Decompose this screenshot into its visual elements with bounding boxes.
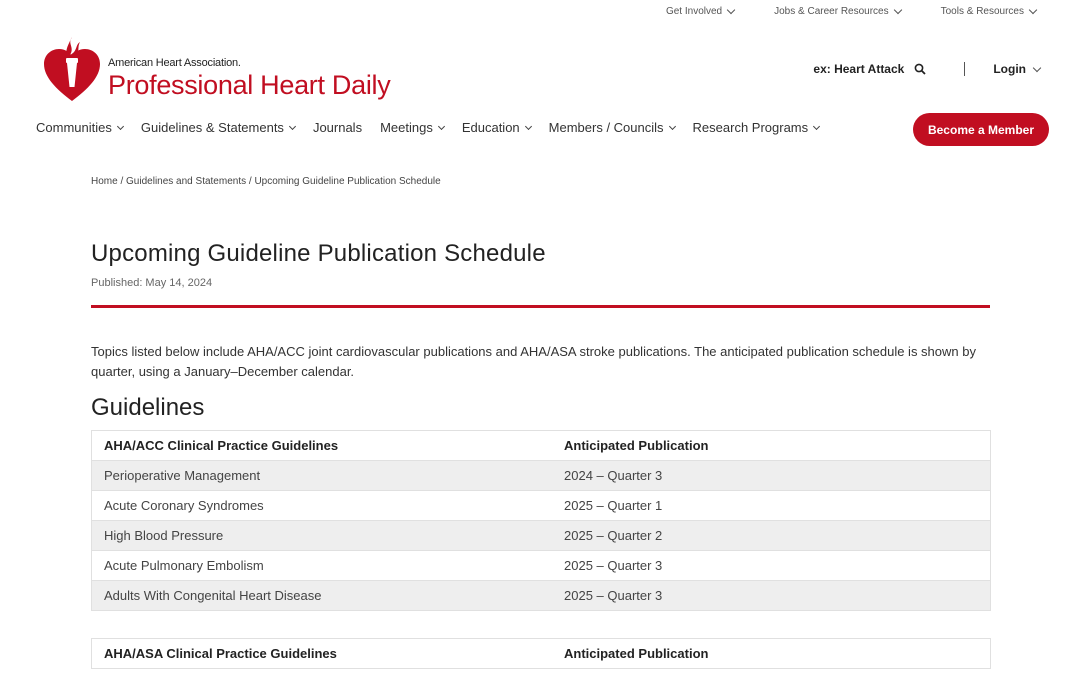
nav-item-journals[interactable]: Journals bbox=[313, 120, 362, 135]
nav-item-meetings[interactable]: Meetings bbox=[380, 120, 445, 135]
table-row: Adults With Congenital Heart Disease 202… bbox=[91, 580, 991, 611]
table-row: Acute Pulmonary Embolism 2025 – Quarter … bbox=[91, 550, 991, 581]
table-cell-topic: High Blood Pressure bbox=[91, 520, 552, 551]
nav-item-communities[interactable]: Communities bbox=[36, 120, 124, 135]
table-cell-topic: Adults With Congenital Heart Disease bbox=[91, 580, 552, 611]
chevron-down-icon bbox=[1032, 63, 1042, 72]
search-trigger[interactable]: ex: Heart Attack bbox=[813, 62, 926, 76]
nav-item-label: Guidelines & Statements bbox=[140, 120, 284, 135]
intro-paragraph: Topics listed below include AHA/ACC join… bbox=[91, 344, 976, 379]
header-actions: ex: Heart Attack Login bbox=[813, 62, 1042, 76]
chevron-down-icon bbox=[893, 5, 902, 15]
table-header-topic: AHA/ACC Clinical Practice Guidelines bbox=[91, 430, 552, 461]
nav-item-label: Meetings bbox=[380, 120, 433, 135]
login-label: Login bbox=[993, 62, 1026, 76]
aha-acc-guidelines-table: AHA/ACC Clinical Practice Guidelines Ant… bbox=[91, 430, 991, 611]
utility-nav-label: Get Involved bbox=[665, 6, 723, 17]
nav-item-research-programs[interactable]: Research Programs bbox=[692, 120, 821, 135]
chevron-down-icon bbox=[668, 122, 676, 130]
chevron-down-icon bbox=[726, 5, 736, 15]
search-label: ex: Heart Attack bbox=[813, 62, 905, 76]
section-heading-guidelines: Guidelines bbox=[91, 394, 205, 421]
breadcrumb-home[interactable]: Home bbox=[91, 176, 118, 187]
search-icon bbox=[914, 63, 926, 75]
logo-site-name: Professional Heart Daily bbox=[108, 70, 391, 100]
table-cell-publication: 2024 – Quarter 3 bbox=[552, 460, 991, 491]
table-cell-publication: 2025 – Quarter 3 bbox=[552, 550, 991, 581]
nav-item-members-councils[interactable]: Members / Councils bbox=[548, 120, 676, 135]
become-member-button[interactable]: Become a Member bbox=[913, 113, 1049, 146]
chevron-down-icon bbox=[288, 122, 296, 130]
chevron-down-icon bbox=[116, 122, 124, 130]
table-header-publication: Anticipated Publication bbox=[552, 430, 991, 461]
utility-nav-tools[interactable]: Tools & Resources bbox=[940, 5, 1038, 17]
table-header-topic: AHA/ASA Clinical Practice Guidelines bbox=[91, 638, 552, 669]
table-cell-publication: 2025 – Quarter 3 bbox=[552, 580, 991, 611]
table-cell-topic: Acute Pulmonary Embolism bbox=[91, 550, 552, 581]
table-row: High Blood Pressure 2025 – Quarter 2 bbox=[91, 520, 991, 551]
chevron-down-icon bbox=[524, 122, 532, 130]
main-nav: Communities Guidelines & Statements Jour… bbox=[36, 120, 837, 135]
table-header-row: AHA/ASA Clinical Practice Guidelines Ant… bbox=[91, 638, 991, 669]
header-divider bbox=[964, 62, 966, 76]
table-row: Acute Coronary Syndromes 2025 – Quarter … bbox=[91, 490, 991, 521]
chevron-down-icon bbox=[437, 122, 445, 130]
title-divider bbox=[91, 305, 990, 308]
breadcrumb-current: Upcoming Guideline Publication Schedule bbox=[254, 176, 441, 187]
logo-org-name: American Heart Association. bbox=[108, 57, 241, 69]
utility-nav-label: Tools & Resources bbox=[940, 6, 1024, 17]
aha-asa-guidelines-table: AHA/ASA Clinical Practice Guidelines Ant… bbox=[91, 638, 991, 669]
utility-nav-jobs[interactable]: Jobs & Career Resources bbox=[774, 5, 902, 17]
utility-nav-label: Jobs & Career Resources bbox=[774, 6, 889, 17]
page-title: Upcoming Guideline Publication Schedule bbox=[91, 240, 546, 267]
chevron-down-icon bbox=[813, 122, 821, 130]
login-button[interactable]: Login bbox=[993, 62, 1042, 76]
published-date: Published: May 14, 2024 bbox=[91, 277, 213, 289]
utility-nav: Get Involved Jobs & Career Resources Too… bbox=[665, 5, 1038, 17]
breadcrumb: Home / Guidelines and Statements / Upcom… bbox=[91, 176, 441, 187]
table-cell-publication: 2025 – Quarter 1 bbox=[552, 490, 991, 521]
utility-nav-get-involved[interactable]: Get Involved bbox=[665, 5, 736, 17]
nav-item-label: Members / Councils bbox=[548, 120, 664, 135]
heart-torch-logo-icon bbox=[44, 37, 100, 101]
table-header-publication: Anticipated Publication bbox=[552, 638, 991, 669]
breadcrumb-guidelines[interactable]: Guidelines and Statements bbox=[126, 176, 246, 187]
chevron-down-icon bbox=[1028, 5, 1038, 15]
site-logo[interactable]: American Heart Association. Professional… bbox=[42, 33, 391, 103]
nav-item-label: Education bbox=[461, 120, 520, 135]
nav-item-label: Research Programs bbox=[692, 120, 809, 135]
nav-item-label: Journals bbox=[312, 120, 363, 135]
nav-item-education[interactable]: Education bbox=[461, 120, 532, 135]
table-row: Perioperative Management 2024 – Quarter … bbox=[91, 460, 991, 491]
nav-item-label: Communities bbox=[36, 120, 112, 135]
table-cell-topic: Perioperative Management bbox=[91, 460, 552, 491]
table-cell-topic: Acute Coronary Syndromes bbox=[91, 490, 552, 521]
table-header-row: AHA/ACC Clinical Practice Guidelines Ant… bbox=[91, 430, 991, 461]
nav-item-guidelines[interactable]: Guidelines & Statements bbox=[140, 120, 296, 135]
table-cell-publication: 2025 – Quarter 2 bbox=[552, 520, 991, 551]
